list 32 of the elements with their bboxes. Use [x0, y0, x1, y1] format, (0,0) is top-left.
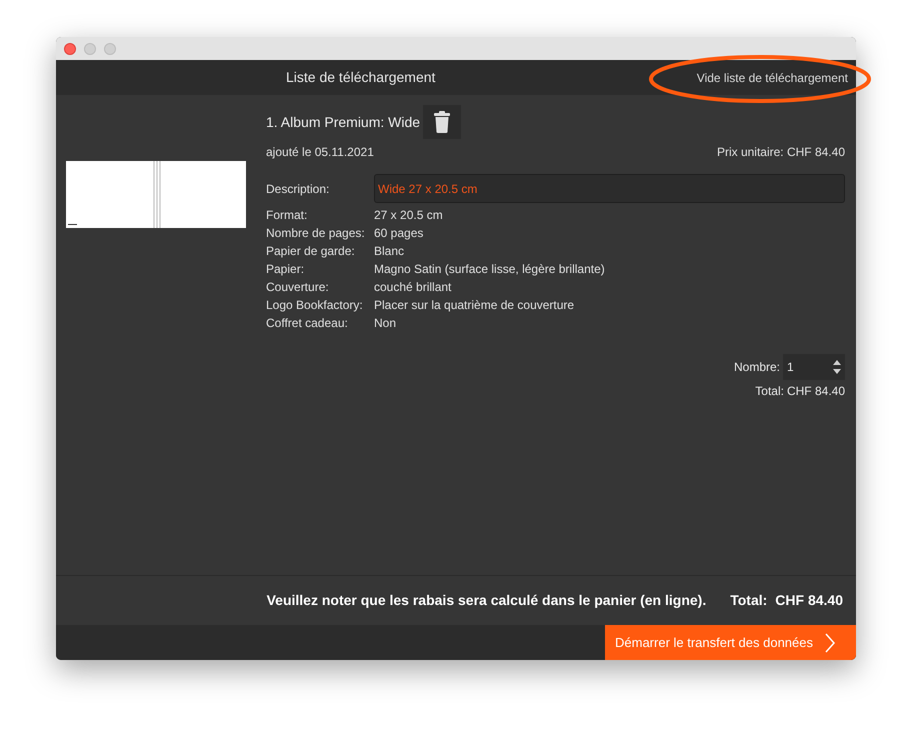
close-icon[interactable] — [64, 42, 76, 54]
grand-total-label: Total: — [730, 591, 768, 610]
added-date: ajouté le 05.11.2021 — [266, 144, 374, 161]
spec-value: 27 x 20.5 cm — [374, 207, 443, 224]
grand-total-value: CHF 84.40 — [775, 591, 843, 610]
description-field[interactable]: Wide 27 x 20.5 cm — [374, 174, 845, 203]
discount-note: Veuillez noter que les rabais sera calculé dans le panier (en ligne). — [266, 591, 706, 610]
quantity-label: Nombre: — [734, 359, 780, 376]
spec-label: Couverture: — [266, 279, 330, 296]
spec-label: Logo Bookfactory: — [266, 297, 364, 314]
trash-icon — [434, 111, 450, 133]
spec-label: Nombre de pages: — [266, 225, 366, 242]
spec-value: Non — [374, 315, 396, 332]
spec-label: Papier: — [266, 261, 306, 278]
stepper-arrows-icon — [833, 360, 841, 374]
spec-label: Format: — [266, 207, 308, 224]
chevron-right-icon — [824, 632, 835, 652]
quantity-stepper[interactable]: 1 — [783, 354, 845, 380]
spec-label: Description: — [266, 181, 330, 198]
unit-price: Prix unitaire: CHF 84.40 — [716, 144, 845, 161]
spec-value: Placer sur la quatrième de couverture — [374, 297, 574, 314]
spec-value: Magno Satin (surface lisse, légère brillante) — [374, 261, 605, 278]
spec-label: Papier de garde: — [266, 243, 356, 260]
total-label: Total: — [755, 383, 784, 400]
album-title: 1. Album Premium: Wide — [266, 112, 420, 132]
spec-value: 60 pages — [374, 225, 424, 242]
spec-value: Blanc — [374, 243, 404, 260]
page-title: Liste de téléchargement — [286, 68, 436, 87]
total-value: CHF 84.40 — [786, 383, 845, 400]
spec-label: Coffret cadeau: — [266, 315, 349, 332]
delete-button[interactable] — [423, 105, 462, 139]
spec-value: couché brillant — [374, 279, 452, 296]
